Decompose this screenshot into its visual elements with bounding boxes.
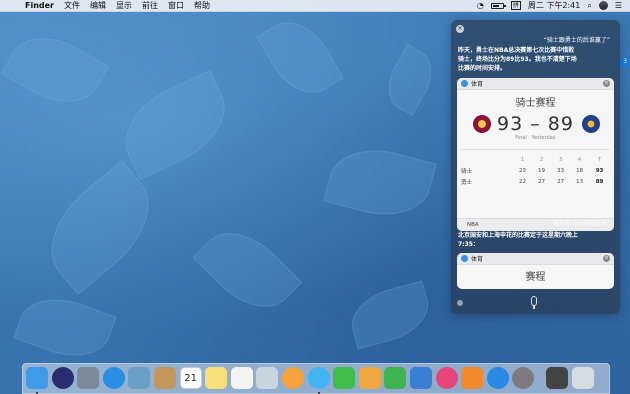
score-cell: 22 — [519, 178, 527, 185]
microphone-stand — [533, 306, 535, 309]
dock-preview-icon[interactable] — [128, 367, 151, 389]
score-cell: 23 — [519, 167, 527, 174]
score-cell: 13 — [576, 178, 584, 185]
score-cell: 33 — [557, 167, 565, 174]
dock-siri-icon[interactable] — [51, 367, 74, 389]
menu-clock[interactable]: 周二 下午2:41 — [528, 0, 581, 11]
table-row: 骑士 23 19 33 18 93 — [461, 165, 610, 176]
dock-system-preferences-icon[interactable] — [512, 367, 535, 389]
menu-file[interactable]: 文件 — [59, 0, 85, 11]
card-close-icon[interactable]: × — [603, 80, 610, 87]
team-name: 勇士 — [461, 179, 473, 186]
team-name: 骑士 — [461, 168, 473, 175]
card-category: 体育 — [471, 256, 484, 263]
card-close-icon[interactable]: × — [603, 255, 610, 262]
wifi-icon[interactable]: ◔ — [477, 0, 484, 12]
dock-safari-icon[interactable] — [102, 367, 125, 389]
dock-photo-booth-icon[interactable] — [256, 367, 279, 389]
dock-finder-icon[interactable] — [26, 367, 48, 389]
box-score-table: 1 2 3 4 T 骑士 23 19 33 18 93 勇士 22 27 27 … — [461, 154, 610, 187]
card-header: 体育 × — [457, 253, 614, 265]
input-source-icon[interactable]: 拼 — [510, 1, 521, 10]
col-q2: 2 — [539, 156, 544, 163]
notification-center-icon[interactable]: ☰ — [615, 0, 622, 12]
microphone-icon[interactable] — [531, 296, 537, 306]
dock-ibooks-icon[interactable] — [461, 367, 484, 389]
dock-messages-icon[interactable] — [307, 367, 330, 389]
league-label: NBA — [467, 222, 479, 228]
edge-badge: 3 — [620, 57, 630, 67]
col-q1: 1 — [520, 156, 525, 163]
siri-answer-2: 北京国安和上海申花的比赛定于这星期六晚上7:35： — [458, 232, 579, 248]
table-row: 勇士 22 27 27 13 89 — [461, 176, 610, 187]
siri-panel: × “骑士跟勇士的后谁赢了” 昨天，勇士在NBA总决赛第七次比赛中惜败骑士，终场… — [451, 20, 620, 314]
dock-notes-icon[interactable] — [205, 367, 228, 389]
score-row: 93 – 89 Final · Yesterday — [457, 109, 614, 145]
dock-trash-icon[interactable] — [571, 367, 594, 389]
dock: 21 — [22, 363, 610, 394]
siri-answer-1: 昨天，勇士在NBA总决赛第七次比赛中惜败骑士，终场比分为89比93。我也不清楚下… — [458, 47, 577, 72]
card-title: 骑士赛程 — [515, 98, 556, 109]
dock-screenshot-folder-icon[interactable] — [546, 367, 568, 389]
card-title: 赛程 — [525, 272, 546, 283]
menu-edit[interactable]: 编辑 — [85, 0, 111, 11]
dock-reminders-icon[interactable] — [230, 367, 253, 389]
siri-icon[interactable] — [598, 1, 608, 10]
dock-app-store-icon[interactable] — [486, 367, 509, 389]
dock-photos-icon[interactable] — [282, 367, 304, 389]
battery-icon[interactable] — [490, 2, 506, 9]
dock-itunes-icon[interactable] — [435, 367, 458, 389]
total-cell: 93 — [595, 167, 604, 174]
settings-icon[interactable] — [457, 300, 463, 306]
total-cell: 89 — [595, 178, 604, 185]
sports-card-schedule[interactable]: 体育 × 赛程 — [457, 253, 614, 289]
menu-help[interactable]: 帮助 — [189, 0, 215, 11]
dock-numbers-icon[interactable] — [384, 367, 407, 389]
dock-keynote-icon[interactable] — [410, 367, 432, 389]
col-q4: 4 — [577, 156, 582, 163]
divider — [461, 149, 610, 150]
dock-calendar-icon[interactable]: 21 — [179, 367, 202, 389]
menu-app-name[interactable]: Finder — [20, 1, 59, 10]
sports-category-icon — [461, 255, 468, 262]
spotlight-icon[interactable]: ⌕ — [587, 0, 591, 12]
warriors-logo-icon — [582, 115, 600, 133]
menu-bar: Finder 文件 编辑 显示 前往 窗口 帮助 ◔ 拼 周二 下午2:41 ⌕… — [0, 0, 630, 12]
menu-view[interactable]: 显示 — [111, 0, 137, 11]
dock-facetime-icon[interactable] — [333, 367, 356, 389]
dock-pages-icon[interactable] — [358, 367, 381, 389]
score-cell: 18 — [576, 167, 584, 174]
score-cell: 27 — [538, 178, 546, 185]
menu-go[interactable]: 前往 — [137, 0, 163, 11]
dock-launchpad-icon[interactable] — [77, 367, 100, 389]
score-cell: 27 — [557, 178, 565, 185]
score-cell: 19 — [538, 167, 546, 174]
siri-query-1: “骑士跟勇士的后谁赢了” — [543, 37, 610, 44]
menu-window[interactable]: 窗口 — [163, 0, 189, 11]
close-icon[interactable]: × — [456, 25, 464, 33]
table-header-row: 1 2 3 4 T — [461, 154, 610, 165]
game-status: Final · Yesterday — [515, 135, 556, 141]
dock-contacts-icon[interactable] — [154, 367, 176, 389]
col-total: T — [597, 156, 602, 163]
card-header: 体育 × — [457, 78, 614, 90]
col-q3: 3 — [558, 156, 563, 163]
siri-bottom-bar — [451, 292, 620, 314]
sports-category-icon — [461, 80, 468, 87]
card-category: 体育 — [471, 81, 484, 88]
sports-card-scores[interactable]: 体育 × 骑士赛程 93 – 89 Final · Yesterday 1 2 … — [457, 78, 614, 231]
siri-query-2: “国安和上一场的比分” — [549, 220, 610, 227]
